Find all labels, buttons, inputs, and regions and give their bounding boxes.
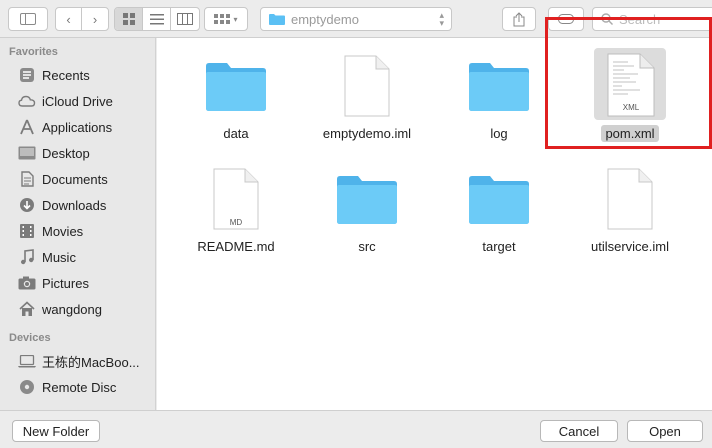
updown-arrows-icon: ▴ ▾ [439, 10, 444, 28]
file-name: log [490, 126, 508, 141]
sidebar-item-icloud-drive[interactable]: iCloud Drive [0, 88, 155, 114]
sidebar-item-label: Movies [42, 223, 84, 239]
list-icon [149, 13, 164, 24]
bottom-bar: New Folder Cancel Open [0, 410, 712, 448]
share-icon [513, 11, 525, 26]
sidebar-item-label: Music [42, 249, 76, 265]
documents-icon [17, 170, 37, 188]
forward-button[interactable]: › [82, 8, 108, 30]
document-icon [344, 55, 390, 117]
sidebar-item-movies[interactable]: Movies [0, 218, 155, 244]
sidebar-item-label: Applications [42, 119, 113, 135]
folder-icon [469, 176, 529, 224]
sidebar-item-remote-disc[interactable]: Remote Disc [0, 374, 155, 400]
sidebar-item-label: wangdong [42, 301, 102, 317]
sidebar-item-home[interactable]: wangdong [0, 296, 155, 322]
cloud-icon [17, 92, 37, 110]
sidebar-item-label: Downloads [42, 197, 107, 213]
sidebar-item-applications[interactable]: Applications [0, 114, 155, 140]
share-button[interactable] [502, 7, 536, 31]
file-name: emptydemo.iml [322, 126, 412, 141]
file-item-data[interactable]: data [166, 47, 306, 142]
file-item-src[interactable]: src [297, 160, 437, 255]
open-button[interactable]: Open [627, 420, 703, 442]
folder-icon [337, 176, 397, 224]
file-name: utilservice.iml [590, 239, 669, 254]
desktop-icon [17, 144, 37, 162]
file-item-utilservice-iml[interactable]: utilservice.iml [560, 160, 700, 255]
sidebar-toggle-button[interactable] [8, 7, 48, 31]
sidebar-item-downloads[interactable]: Downloads [0, 192, 155, 218]
favorites-header: Favorites [9, 46, 58, 58]
movies-icon [17, 222, 37, 240]
document-icon [607, 168, 653, 230]
sidebar-item-label: Pictures [42, 275, 89, 291]
music-icon [17, 248, 37, 266]
path-folder-label: emptydemo [291, 11, 359, 27]
arrange-menu-button[interactable]: ▾ [204, 7, 248, 31]
chevron-left-icon: ‹ [66, 11, 71, 27]
file-name: data [223, 126, 249, 141]
folder-icon [269, 14, 285, 25]
sidebar-item-label: Documents [42, 171, 108, 187]
chevron-right-icon: › [92, 11, 98, 27]
arrange-icon [214, 14, 231, 24]
highlight-annotation-box [545, 17, 712, 149]
applications-icon [17, 118, 37, 136]
column-view-button[interactable] [171, 8, 199, 30]
sidebar-item-pictures[interactable]: Pictures [0, 270, 155, 296]
camera-icon [17, 274, 37, 292]
new-folder-button[interactable]: New Folder [12, 420, 100, 442]
folder-icon [206, 63, 266, 111]
grid-icon [122, 13, 135, 25]
cancel-button[interactable]: Cancel [540, 420, 618, 442]
sidebar-icon [20, 13, 36, 25]
sidebar-item-desktop[interactable]: Desktop [0, 140, 155, 166]
home-icon [17, 300, 37, 318]
sidebar-item-label: 王栋的MacBoo... [42, 354, 140, 370]
sidebar-item-macbook[interactable]: 王栋的MacBoo... [0, 348, 155, 374]
devices-header: Devices [9, 332, 51, 344]
downloads-icon [17, 196, 37, 214]
file-item-target[interactable]: target [429, 160, 569, 255]
sidebar-item-recents[interactable]: Recents [0, 62, 155, 88]
icon-view-button[interactable] [115, 8, 143, 30]
disc-icon [17, 378, 37, 396]
sidebar-item-label: Recents [42, 67, 90, 83]
file-name: target [482, 239, 516, 254]
laptop-icon [17, 352, 37, 370]
columns-icon [177, 13, 193, 25]
navigation-buttons: ‹ › [55, 7, 109, 31]
list-view-button[interactable] [143, 8, 171, 30]
view-mode-control [114, 7, 200, 31]
sidebar-item-label: Remote Disc [42, 379, 117, 395]
file-badge: MD [230, 218, 243, 227]
sidebar-item-label: Desktop [42, 145, 90, 161]
file-name: README.md [197, 239, 275, 254]
file-item-readme-md[interactable]: MD README.md [166, 160, 306, 255]
back-button[interactable]: ‹ [56, 8, 82, 30]
file-name: src [358, 239, 376, 254]
path-popup[interactable]: emptydemo ▴ ▾ [260, 7, 452, 31]
sidebar: Favorites Recents iCloud Drive Applicati… [0, 38, 156, 410]
sidebar-item-label: iCloud Drive [42, 93, 113, 109]
md-document-icon: MD [213, 168, 259, 230]
file-item-emptydemo-iml[interactable]: emptydemo.iml [297, 47, 437, 142]
clock-icon [17, 66, 37, 84]
folder-icon [469, 63, 529, 111]
sidebar-item-documents[interactable]: Documents [0, 166, 155, 192]
sidebar-item-music[interactable]: Music [0, 244, 155, 270]
chevron-down-icon: ▾ [233, 14, 238, 24]
